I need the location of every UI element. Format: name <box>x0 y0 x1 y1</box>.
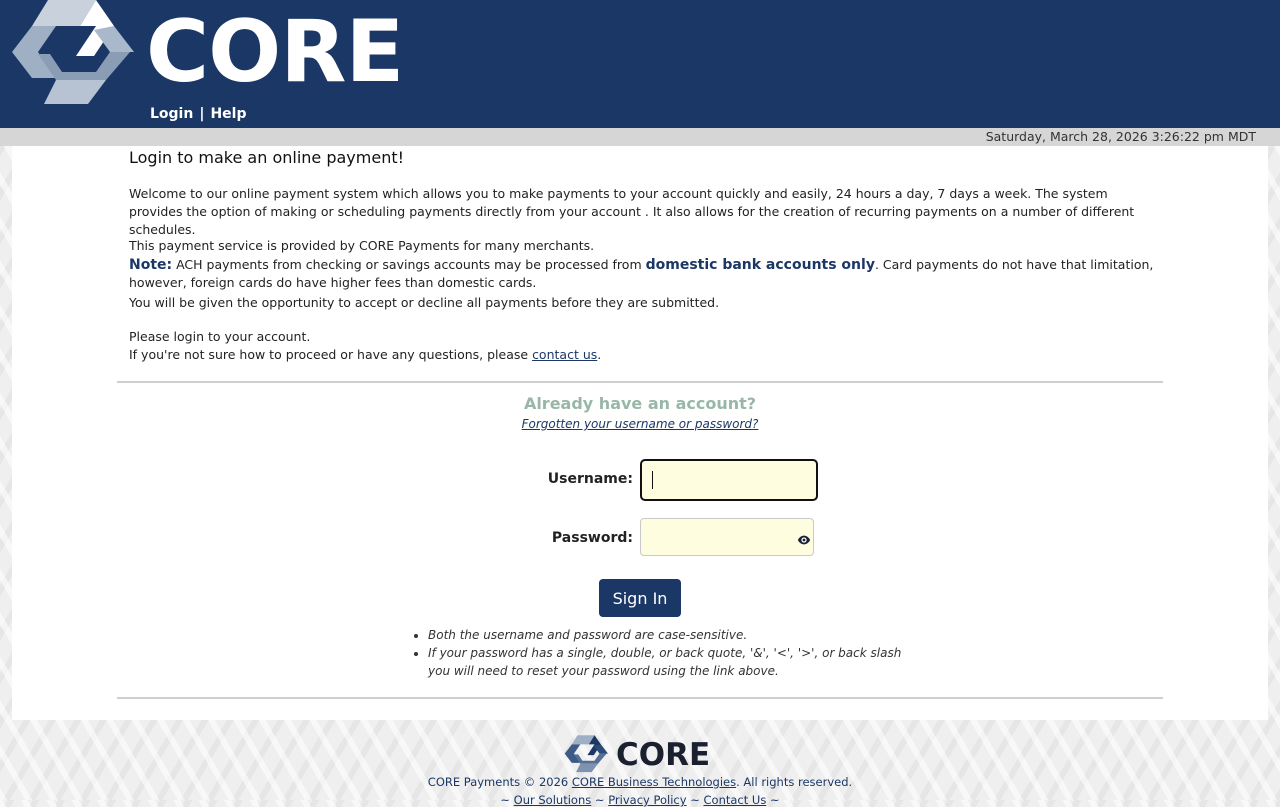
login-hints: Both the username and password are case-… <box>410 626 908 680</box>
accept-decline-text: You will be given the opportunity to acc… <box>129 295 720 310</box>
main-panel: Login to make an online payment! Welcome… <box>12 146 1268 720</box>
text-caret <box>652 471 653 489</box>
footer-links-prefix: ~ <box>500 793 514 807</box>
hint-case-sensitive: Both the username and password are case-… <box>428 626 908 644</box>
copyright-suffix: . All rights reserved. <box>736 775 853 789</box>
privacy-policy-link[interactable]: Privacy Policy <box>608 793 686 807</box>
page-title: Login to make an online payment! <box>129 148 405 167</box>
welcome-text: Welcome to our online payment system whi… <box>129 186 1135 237</box>
questions-suffix: . <box>597 347 602 362</box>
footer-links-suffix: ~ <box>766 793 780 807</box>
footer-logo-icon <box>564 735 608 773</box>
questions-prefix: If you're not sure how to proceed or hav… <box>129 347 533 362</box>
site-header: CORE Login | Help <box>0 0 1280 128</box>
logo-wordmark: CORE <box>146 2 404 102</box>
forgot-credentials-link[interactable]: Forgotten your username or password? <box>522 417 759 431</box>
password-input[interactable] <box>640 518 814 556</box>
company-link[interactable]: CORE Business Technologies <box>572 775 736 789</box>
footer-link-sep: ~ <box>591 793 609 807</box>
eye-icon[interactable] <box>797 533 811 547</box>
our-solutions-link[interactable]: Our Solutions <box>514 793 592 807</box>
current-datetime: Saturday, March 28, 2026 3:26:22 pm MDT <box>985 129 1256 144</box>
footer-links: ~ Our Solutions ~ Privacy Policy ~ Conta… <box>0 793 1280 807</box>
login-header: Already have an account? Forgotten your … <box>12 394 1268 432</box>
core-logo-icon <box>12 0 134 104</box>
divider-top <box>117 381 1163 383</box>
hint-special-characters: If your password has a single, double, o… <box>428 644 908 680</box>
date-bar: Saturday, March 28, 2026 3:26:22 pm MDT <box>0 128 1280 146</box>
sign-in-button[interactable]: Sign In <box>599 579 681 617</box>
please-login-text: Please login to your account. <box>129 329 311 344</box>
footer-wordmark: CORE <box>616 737 711 773</box>
already-have-account-heading: Already have an account? <box>523 394 757 413</box>
site-footer: CORE CORE Payments © 2026 CORE Business … <box>0 720 1280 807</box>
copyright-text: CORE Payments © 2026 CORE Business Techn… <box>0 775 1280 789</box>
contact-us-footer-link[interactable]: Contact Us <box>704 793 767 807</box>
nav-login-link[interactable]: Login <box>150 106 193 122</box>
contact-us-link[interactable]: contact us <box>532 347 597 362</box>
top-nav: Login | Help <box>150 106 247 122</box>
nav-help-link[interactable]: Help <box>210 106 246 122</box>
note-emphasis: domestic bank accounts only <box>645 257 875 273</box>
username-input[interactable] <box>640 459 818 501</box>
footer-logo: CORE <box>564 734 724 776</box>
questions-text: If you're not sure how to proceed or hav… <box>129 346 1159 364</box>
username-label: Username: <box>547 471 633 487</box>
note-text-1: ACH payments from checking or savings ac… <box>172 257 646 272</box>
note-label: Note: <box>129 257 173 273</box>
provided-by-text: This payment service is provided by CORE… <box>129 238 595 253</box>
footer-link-sep: ~ <box>686 793 704 807</box>
note-paragraph: Note: ACH payments from checking or savi… <box>129 256 1159 292</box>
copyright-prefix: CORE Payments © 2026 <box>427 775 572 789</box>
nav-separator: | <box>199 106 205 122</box>
divider-bottom <box>117 697 1163 699</box>
password-label: Password: <box>551 530 633 546</box>
